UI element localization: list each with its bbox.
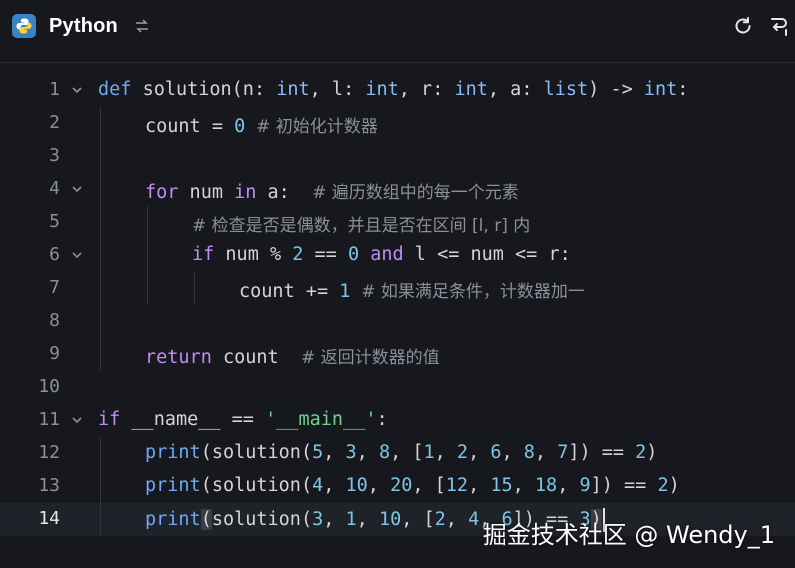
code-text: count = 0 # 初始化计数器	[145, 116, 378, 137]
code-text: if __name__ == '__main__':	[98, 409, 388, 430]
line-number: 4	[49, 178, 60, 199]
code-line[interactable]: 7 count += 1 # 如果满足条件，计数器加一	[0, 272, 795, 305]
fold-chevron-icon[interactable]	[70, 247, 84, 261]
code-line[interactable]: 2 count = 0 # 初始化计数器	[0, 107, 795, 140]
code-text: print(solution(5, 3, 8, [1, 2, 6, 8, 7])…	[145, 442, 658, 463]
line-number: 13	[38, 475, 60, 496]
fold-chevron-icon[interactable]	[70, 82, 84, 96]
code-line[interactable]: 10	[0, 371, 795, 404]
code-line[interactable]: 3	[0, 140, 795, 173]
swap-icon[interactable]	[134, 17, 152, 35]
code-text: def solution(n: int, l: int, r: int, a: …	[98, 79, 689, 100]
line-number: 6	[49, 244, 60, 265]
line-number: 11	[38, 409, 60, 430]
code-line[interactable]: 12 print(solution(5, 3, 8, [1, 2, 6, 8, …	[0, 437, 795, 470]
code-text: return count # 返回计数器的值	[145, 347, 440, 368]
line-number: 9	[49, 343, 60, 364]
code-text: for num in a: # 遍历数组中的每一个元素	[145, 182, 519, 203]
code-text: count += 1 # 如果满足条件，计数器加一	[239, 281, 585, 302]
line-number: 14	[38, 508, 60, 529]
line-number: 12	[38, 442, 60, 463]
fold-chevron-icon[interactable]	[70, 412, 84, 426]
format-icon[interactable]	[763, 10, 795, 42]
code-line[interactable]: 5 # 检查是否是偶数，并且是否在区间 [l, r] 内	[0, 206, 795, 239]
language-label: Python	[49, 14, 118, 37]
code-line[interactable]: 11 if __name__ == '__main__':	[0, 404, 795, 437]
code-line[interactable]: 6 if num % 2 == 0 and l <= num <= r:	[0, 239, 795, 272]
line-number: 7	[49, 277, 60, 298]
code-editor[interactable]: 1 def solution(n: int, l: int, r: int, a…	[0, 74, 795, 536]
line-number: 5	[49, 211, 60, 232]
python-logo-icon	[12, 14, 36, 38]
code-text: # 检查是否是偶数，并且是否在区间 [l, r] 内	[192, 216, 531, 236]
code-text: if num % 2 == 0 and l <= num <= r:	[192, 244, 571, 265]
code-line[interactable]: 4 for num in a: # 遍历数组中的每一个元素	[0, 173, 795, 206]
code-line[interactable]: 8	[0, 305, 795, 338]
line-number: 10	[38, 376, 60, 397]
code-line[interactable]: 9 return count # 返回计数器的值	[0, 338, 795, 371]
editor-toolbar: Python	[0, 0, 795, 52]
code-line[interactable]: 1 def solution(n: int, l: int, r: int, a…	[0, 74, 795, 107]
code-text: print(solution(4, 10, 20, [12, 15, 18, 9…	[145, 475, 680, 496]
line-number: 2	[49, 112, 60, 133]
fold-chevron-icon[interactable]	[70, 181, 84, 195]
line-number: 1	[49, 79, 60, 100]
code-line[interactable]: 13 print(solution(4, 10, 20, [12, 15, 18…	[0, 470, 795, 503]
language-selector[interactable]: Python	[12, 12, 152, 40]
toolbar-divider	[0, 62, 795, 63]
refresh-icon[interactable]	[727, 10, 759, 42]
watermark: 掘金技术社区 @ Wendy_1	[482, 521, 775, 549]
line-number: 8	[49, 310, 60, 331]
line-number: 3	[49, 145, 60, 166]
